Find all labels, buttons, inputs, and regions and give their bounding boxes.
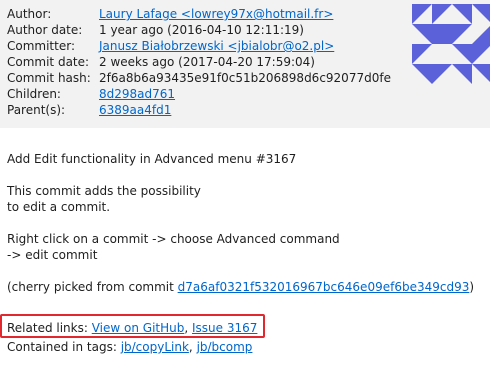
children-label: Children: [7,87,61,101]
view-on-github-link[interactable]: View on GitHub [92,321,185,335]
committer-link[interactable]: Janusz Białobrzewski <jbialobr@o2.pl> [99,39,334,53]
parents-row: Parent(s): 6389aa4fd1 [7,102,391,118]
related-links-label: Related links: [7,321,92,335]
cherry-pick-suffix: ) [469,280,475,294]
commit-body-line: -> edit commit [7,248,98,262]
cherry-pick-commit-link[interactable]: d7a6af0321f532016967bc646e09ef6be349cd93 [178,280,470,294]
author-date-label: Author date: [7,23,83,37]
cherry-pick-prefix: (cherry picked from commit [7,280,178,294]
tag-link[interactable]: jb/copyLink [121,340,189,354]
commit-date-value: 2 weeks ago (2017-04-20 17:59:04) [99,55,315,69]
commit-body-line: Right click on a commit -> choose Advanc… [7,232,340,246]
commit-hash-label: Commit hash: [7,71,91,85]
tags-label: Contained in tags: [7,340,121,354]
parent-commit-link[interactable]: 6389aa4fd1 [99,103,171,117]
commit-date-row: Commit date: 2 weeks ago (2017-04-20 17:… [7,54,391,70]
author-row: Author: Laury Lafage <lowrey97x@hotmail.… [7,6,391,22]
commit-date-label: Commit date: [7,55,90,69]
commit-hash-row: Commit hash: 2f6a8b6a93435e91f0c51b20689… [7,70,391,86]
contained-in-tags: Contained in tags: jb/copyLink, jb/bcomp [7,339,252,355]
commit-title: Add Edit functionality in Advanced menu … [7,152,297,166]
related-links-separator: , [184,321,193,335]
children-row: Children: 8d298ad761 [7,86,391,102]
tags-separator: , [188,340,197,354]
child-commit-link[interactable]: 8d298ad761 [99,87,175,101]
author-date-value: 1 year ago (2016-04-10 12:11:19) [99,23,304,37]
cherry-pick-line: (cherry picked from commit d7a6af0321f53… [7,279,487,295]
tag-link[interactable]: jb/bcomp [197,340,253,354]
commit-body-line: This commit adds the possibility [7,184,201,198]
commit-body-line: to edit a commit. [7,200,111,214]
commit-hash-value: 2f6a8b6a93435e91f0c51b206898d6c92077d0fe [99,71,391,85]
author-date-row: Author date: 1 year ago (2016-04-10 12:1… [7,22,391,38]
commit-message: Add Edit functionality in Advanced menu … [7,151,487,295]
parents-label: Parent(s): [7,103,66,117]
author-label: Author: [7,7,52,21]
committer-row: Committer: Janusz Białobrzewski <jbialob… [7,38,391,54]
identicon-avatar-icon [412,4,490,84]
author-link[interactable]: Laury Lafage <lowrey97x@hotmail.fr> [99,7,333,21]
commit-info-table: Author: Laury Lafage <lowrey97x@hotmail.… [7,6,391,118]
committer-label: Committer: [7,39,75,53]
related-links: Related links: View on GitHub, Issue 316… [7,320,257,336]
issue-link[interactable]: Issue 3167 [192,321,257,335]
